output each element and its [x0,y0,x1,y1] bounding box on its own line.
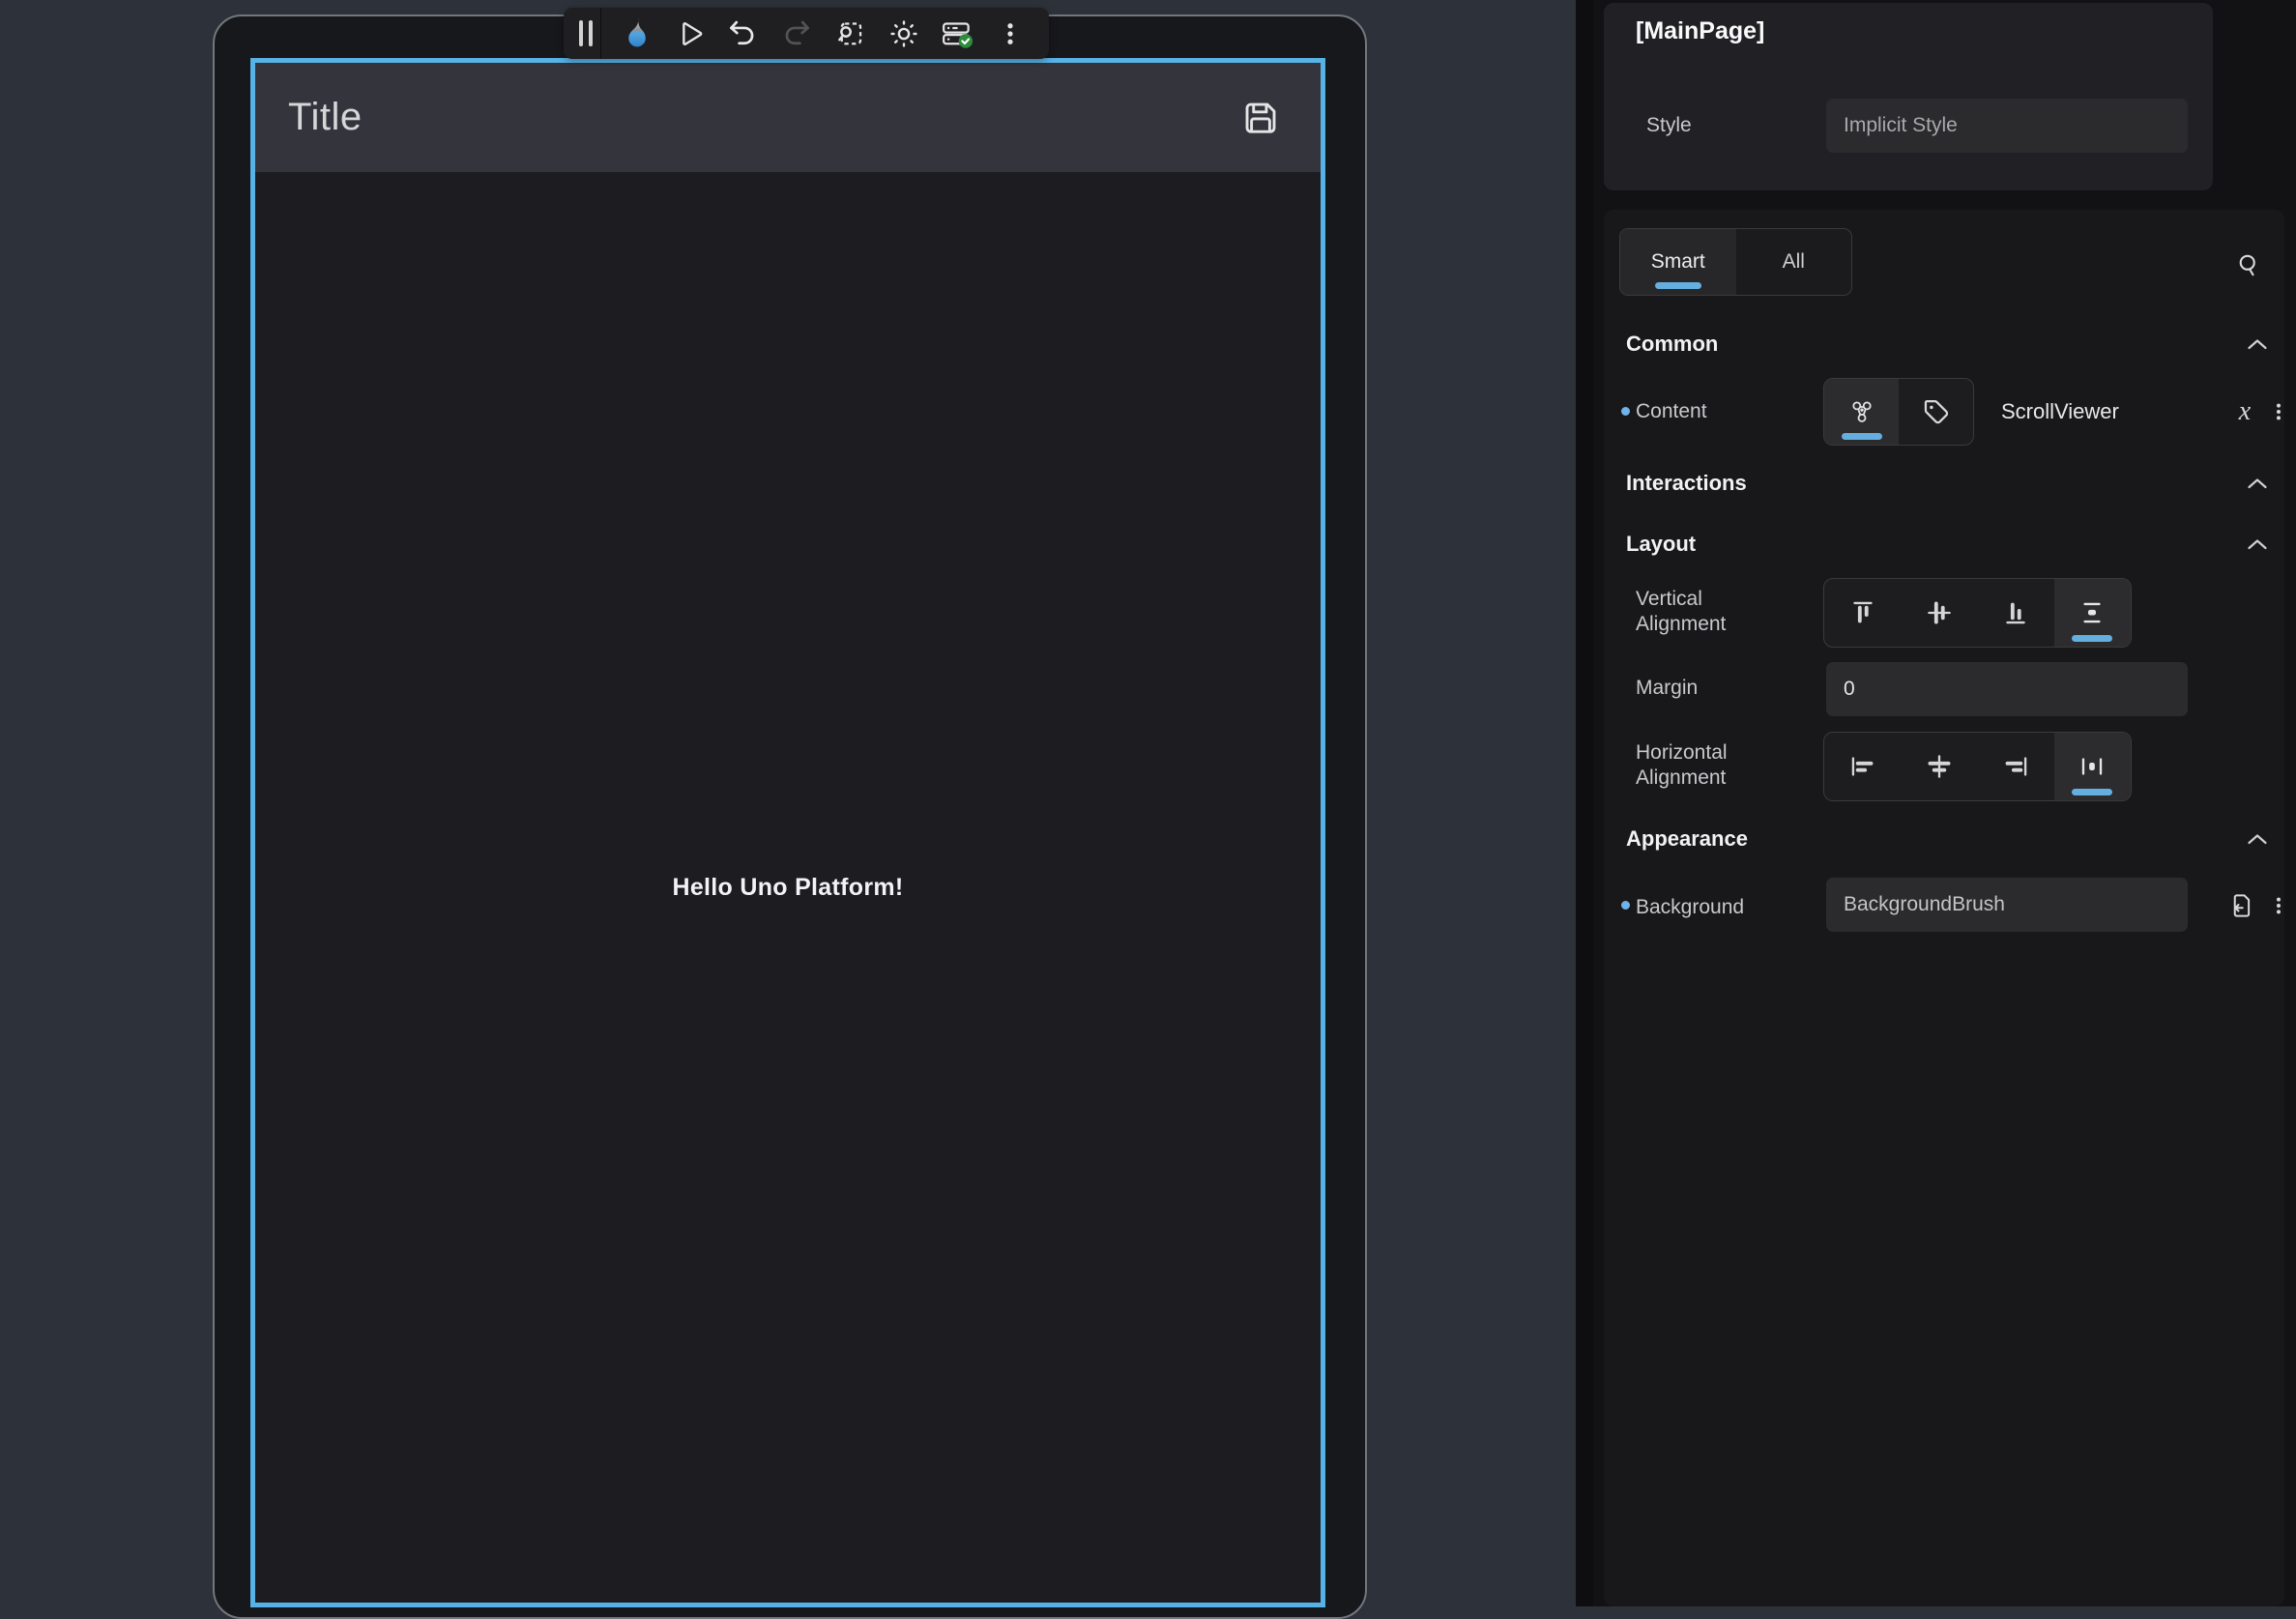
content-value: ScrollViewer [2001,378,2119,446]
background-resource-button[interactable] [2223,886,2258,925]
device-frame: Title Hello Uno Platform! [213,14,1367,1619]
content-mode-control-button[interactable] [1824,379,1899,445]
halign-center-button[interactable] [1901,733,1977,800]
app-content: Hello Uno Platform! [255,172,1321,1603]
align-left-icon [1846,750,1879,783]
valign-center-button[interactable] [1901,579,1977,647]
content-more-button[interactable] [2261,392,2296,431]
section-header-appearance[interactable]: Appearance [1626,824,2271,853]
kebab-icon [996,17,1025,50]
app-titlebar: Title [255,63,1321,172]
toggle-selected-indicator [1842,433,1882,440]
stretch-vertical-icon [2076,596,2108,629]
kebab-icon [2267,398,2290,425]
save-button[interactable] [1234,91,1288,145]
app-title: Title [288,96,363,139]
stretch-horizontal-icon [2076,750,2108,783]
margin-input[interactable] [1826,662,2188,716]
margin-label: Margin [1636,676,1698,701]
search-icon [2234,250,2263,279]
valign-bottom-button[interactable] [1978,579,2054,647]
toggle-selected-indicator [2072,789,2112,795]
redo-icon [780,17,813,50]
section-header-common[interactable]: Common [1626,330,2271,359]
halign-left-button[interactable] [1824,733,1901,800]
style-label: Style [1646,99,1692,153]
server-check-icon [940,17,974,50]
section-header-interactions[interactable]: Interactions [1626,469,2271,498]
tag-icon [1920,395,1953,428]
selected-element-card: [MainPage] Style [1604,3,2213,190]
flame-icon [621,16,652,51]
background-label: Background [1636,895,1744,920]
valign-top-button[interactable] [1824,579,1901,647]
content-label: Content [1636,399,1707,424]
tab-all[interactable]: All [1736,229,1852,295]
play-icon [673,17,706,50]
toolbar-drag-handle-icon[interactable] [575,8,601,59]
server-status-button[interactable] [930,12,983,56]
vertical-alignment-toggle [1823,578,2132,648]
properties-card: Smart All Common Content [1604,210,2284,1606]
content-modified-dot [1621,407,1630,416]
tab-selected-indicator [1655,282,1701,289]
floppy-disk-icon [1238,96,1283,140]
background-modified-dot [1621,901,1630,910]
content-mode-tag-button[interactable] [1899,379,1973,445]
vertical-alignment-label: Vertical Alignment [1636,587,1761,637]
chevron-up-icon [2246,537,2269,552]
properties-panel: [MainPage] Style Smart All Common [1593,0,2296,1606]
hot-reload-flame-button[interactable] [609,12,662,56]
play-button[interactable] [662,12,715,56]
binding-x-icon: x [2239,396,2251,427]
hot-design-toolbar [564,8,1049,59]
align-bottom-icon [1999,596,2032,629]
undo-icon [726,17,759,50]
halign-right-button[interactable] [1978,733,2054,800]
property-search-button[interactable] [2232,248,2265,281]
section-header-layout[interactable]: Layout [1626,530,2271,559]
content-binding-button[interactable]: x [2227,392,2262,431]
chevron-up-icon [2246,477,2269,491]
sun-icon [887,17,920,50]
document-import-icon [2226,889,2255,922]
align-top-icon [1846,596,1879,629]
align-right-icon [1999,750,2032,783]
toggle-selected-indicator [2072,635,2112,642]
align-horizontal-center-icon [1923,750,1956,783]
panel-gap [1576,0,1593,1606]
halign-stretch-button[interactable] [2054,733,2131,800]
selected-page-outline[interactable]: Title Hello Uno Platform! [250,58,1325,1607]
valign-stretch-button[interactable] [2054,579,2131,647]
control-grapes-icon [1846,395,1878,428]
kebab-icon [2267,892,2290,919]
page-title: [MainPage] [1636,17,1764,45]
align-vertical-center-icon [1923,596,1956,629]
style-input[interactable] [1826,99,2188,153]
property-filter-tabs: Smart All [1619,228,1852,296]
content-mode-toggle [1823,378,1974,446]
inspect-icon [833,17,866,50]
horizontal-alignment-label: Horizontal Alignment [1636,740,1761,791]
tab-smart[interactable]: Smart [1620,229,1736,295]
horizontal-alignment-toggle [1823,732,2132,801]
toolbar-more-button[interactable] [984,12,1037,56]
chevron-up-icon [2246,337,2269,352]
undo-button[interactable] [716,12,770,56]
chevron-up-icon [2246,832,2269,847]
redo-button[interactable] [770,12,823,56]
background-more-button[interactable] [2261,886,2296,925]
element-inspect-button[interactable] [824,12,877,56]
theme-toggle-button[interactable] [877,12,930,56]
hello-text[interactable]: Hello Uno Platform! [672,874,903,902]
background-input[interactable] [1826,878,2188,932]
